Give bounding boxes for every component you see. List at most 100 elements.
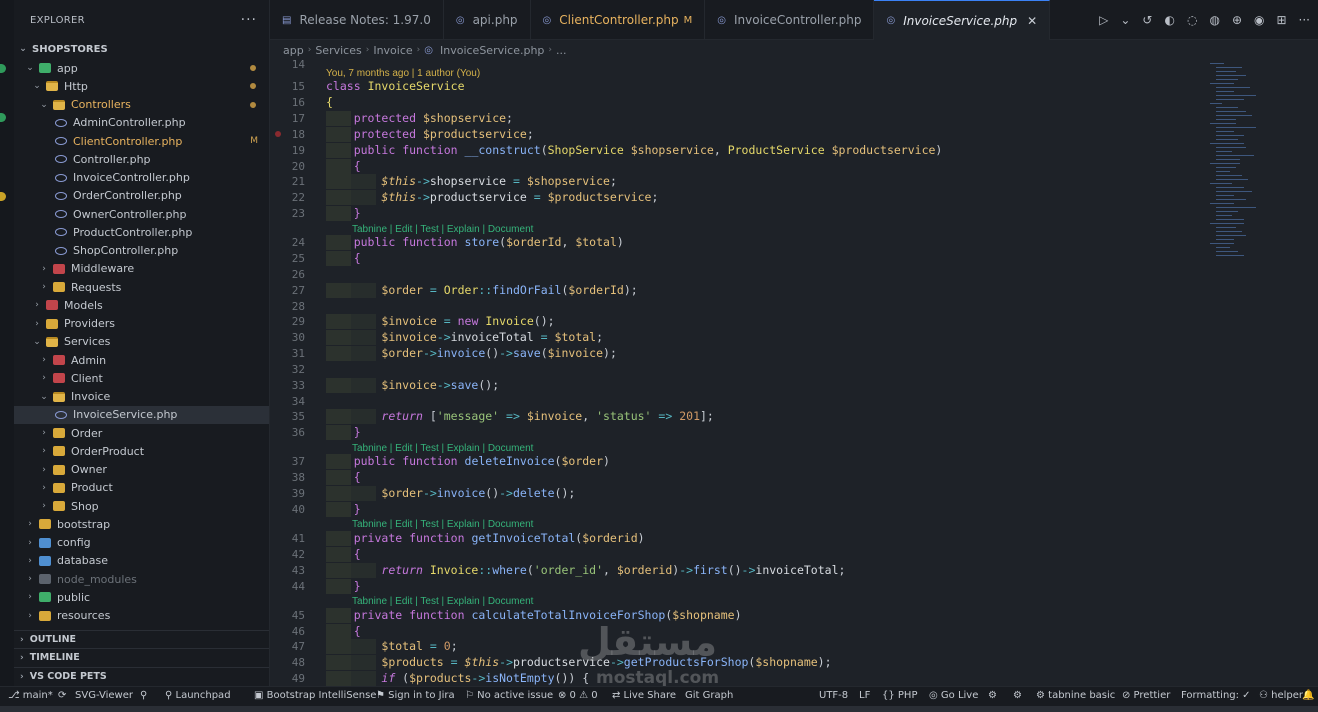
status-item[interactable]: ⇄ Live Share [612, 690, 676, 701]
tree-folder-item[interactable]: › Client [14, 369, 269, 387]
editor-action-icon[interactable]: ↺ [1142, 13, 1152, 27]
tree-folder-item[interactable]: › resources [14, 607, 269, 625]
status-item[interactable]: ⊗ 0 ⚠ 0 [558, 690, 598, 701]
status-item[interactable]: Formatting: ✓ [1181, 690, 1251, 701]
code-editor[interactable]: You, 7 months ago | 1 author (You) Tabnin… [270, 60, 1318, 686]
status-item[interactable]: ⚙ [1013, 690, 1022, 701]
status-item[interactable]: Git Graph [685, 690, 733, 701]
activity-bar[interactable] [0, 0, 14, 686]
code-line[interactable]: } [326, 425, 361, 439]
tab-api-php[interactable]: ◎ api.php [444, 0, 531, 40]
editor-action-icon[interactable]: ◉ [1254, 13, 1264, 27]
status-item[interactable]: LF [859, 690, 870, 701]
sidebar-section-timeline[interactable]: › TIMELINE [14, 648, 269, 666]
tree-file-item[interactable]: ClientController.php M [14, 132, 269, 150]
tree-file-item[interactable]: Controller.php [14, 150, 269, 168]
status-item[interactable]: ▣ Bootstrap IntelliSense [254, 690, 376, 701]
tree-folder-item[interactable]: › Requests [14, 278, 269, 296]
tree-folder-item[interactable]: › Shop [14, 497, 269, 515]
tree-folder-item[interactable]: ⌄ Invoice [14, 388, 269, 406]
status-item[interactable]: ⚲ Launchpad [165, 690, 231, 701]
minimap[interactable] [1208, 60, 1300, 260]
tree-folder-item[interactable]: › Order [14, 424, 269, 442]
tree-file-item[interactable]: OwnerController.php [14, 205, 269, 223]
tree-file-item[interactable]: ProductController.php [14, 223, 269, 241]
breakpoint-icon[interactable] [275, 131, 281, 137]
breadcrumb-item[interactable]: InvoiceService.php [440, 44, 544, 57]
more-actions-icon[interactable]: ··· [241, 12, 257, 28]
status-item[interactable]: ⎇ main* [8, 690, 53, 701]
code-line[interactable]: { [326, 251, 361, 265]
code-line[interactable]: class InvoiceService [326, 79, 465, 93]
tab-release-notes-1-97-0[interactable]: ▤ Release Notes: 1.97.0 [270, 0, 444, 40]
status-item[interactable]: ⚐ No active issue [465, 690, 553, 701]
code-line[interactable]: if ($products->isNotEmpty()) { [326, 671, 589, 685]
editor-action-icon[interactable]: ◐ [1164, 13, 1174, 27]
code-line[interactable]: { [326, 624, 361, 638]
status-item[interactable]: ⚙ [988, 690, 997, 701]
code-line[interactable]: private function getInvoiceTotal($orderi… [326, 531, 645, 545]
tree-file-item[interactable]: InvoiceService.php [14, 405, 269, 424]
tab-clientcontroller-php[interactable]: ◎ ClientController.php M [531, 0, 706, 40]
tree-folder-item[interactable]: › Product [14, 479, 269, 497]
code-line[interactable]: public function store($orderId, $total) [326, 235, 624, 249]
code-line[interactable]: { [326, 159, 361, 173]
breadcrumb-item[interactable]: app [283, 44, 304, 57]
status-item[interactable]: 🔔 [1302, 690, 1314, 701]
tree-folder-item[interactable]: › database [14, 552, 269, 570]
tree-file-item[interactable]: OrderController.php [14, 187, 269, 205]
code-line[interactable]: } [326, 579, 361, 593]
status-item[interactable]: ◎ Go Live [929, 690, 978, 701]
tabnine-codelens[interactable]: Tabnine | Edit | Test | Explain | Docume… [352, 224, 533, 235]
status-item[interactable]: ⚲ [140, 690, 147, 701]
code-line[interactable]: $order->invoice()->save($invoice); [326, 346, 616, 360]
status-item[interactable]: UTF-8 [819, 690, 848, 701]
code-line[interactable]: public function __construct(ShopService … [326, 143, 943, 157]
status-item[interactable]: {} PHP [882, 690, 917, 701]
tree-folder-item[interactable]: › Models [14, 296, 269, 314]
status-item[interactable]: SVG-Viewer [75, 690, 133, 701]
code-line[interactable]: protected $productservice; [326, 127, 534, 141]
code-line[interactable]: return ['message' => $invoice, 'status' … [326, 409, 713, 423]
tree-folder-item[interactable]: ⌄ Services [14, 333, 269, 351]
tab-invoiceservice-php[interactable]: ◎ InvoiceService.php ✕ [874, 0, 1051, 40]
status-item[interactable]: ⚑ Sign in to Jira [376, 690, 455, 701]
tabnine-codelens[interactable]: Tabnine | Edit | Test | Explain | Docume… [352, 596, 533, 607]
tab-invoicecontroller-php[interactable]: ◎ InvoiceController.php [705, 0, 875, 40]
editor-action-icon[interactable]: ··· [1299, 13, 1310, 27]
code-line[interactable]: { [326, 95, 333, 109]
editor-action-icon[interactable]: ⊞ [1276, 13, 1286, 27]
tree-folder-item[interactable]: ⌄ app [14, 59, 269, 77]
code-line[interactable]: $order->invoice()->delete(); [326, 486, 575, 500]
tree-folder-item[interactable]: › Middleware [14, 260, 269, 278]
breadcrumb-item[interactable]: ... [556, 44, 567, 57]
tree-folder-item[interactable]: › node_modules [14, 570, 269, 588]
editor-action-icon[interactable]: ◌ [1187, 13, 1197, 27]
code-line[interactable]: $this->productservice = $productservice; [326, 190, 658, 204]
code-line[interactable]: $invoice = new Invoice(); [326, 314, 554, 328]
tree-file-item[interactable]: ShopController.php [14, 242, 269, 260]
code-line[interactable]: public function deleteInvoice($order) [326, 454, 610, 468]
code-line[interactable]: $order = Order::findOrFail($orderId); [326, 283, 637, 297]
editor-action-icon[interactable]: ◍ [1209, 13, 1219, 27]
git-blame-annotation[interactable]: You, 7 months ago | 1 author (You) [326, 68, 480, 79]
code-line[interactable]: $total = 0; [326, 639, 457, 653]
code-line[interactable]: { [326, 547, 361, 561]
tree-folder-item[interactable]: › public [14, 588, 269, 606]
breadcrumb-item[interactable]: Invoice [373, 44, 412, 57]
close-icon[interactable]: ✕ [1027, 14, 1037, 28]
tree-project-root[interactable]: ⌄ SHOPSTORES [14, 40, 269, 58]
editor-action-icon[interactable]: ⌄ [1120, 13, 1130, 27]
tree-folder-item[interactable]: ⌄ Http [14, 77, 269, 95]
tabnine-codelens[interactable]: Tabnine | Edit | Test | Explain | Docume… [352, 519, 533, 530]
editor-action-icon[interactable]: ▷ [1099, 13, 1108, 27]
tree-folder-item[interactable]: › OrderProduct [14, 442, 269, 460]
tree-folder-item[interactable]: › Admin [14, 351, 269, 369]
editor-action-icon[interactable]: ⊕ [1232, 13, 1242, 27]
code-line[interactable]: } [326, 206, 361, 220]
code-line[interactable]: return Invoice::where('order_id', $order… [326, 563, 845, 577]
sidebar-section-outline[interactable]: › OUTLINE [14, 630, 269, 648]
code-line[interactable]: $invoice->save(); [326, 378, 499, 392]
status-item[interactable]: ⚇ helper [1259, 690, 1303, 701]
status-item[interactable]: ⟳ [58, 690, 66, 701]
